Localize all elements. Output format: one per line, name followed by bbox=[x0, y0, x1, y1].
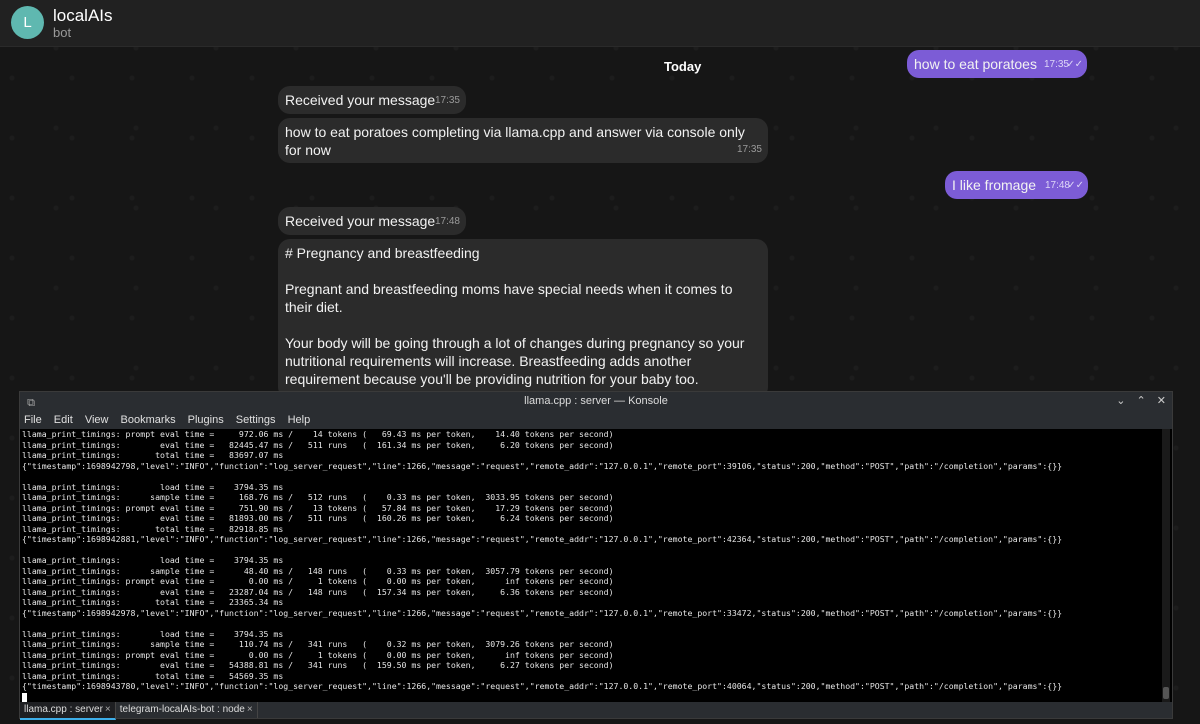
scrollbar-thumb[interactable] bbox=[1163, 687, 1169, 699]
terminal-cursor bbox=[22, 692, 27, 702]
message-outgoing[interactable]: I like fromage 17:48 ✓✓ bbox=[945, 171, 1088, 199]
message-text: I like fromage bbox=[952, 177, 1037, 193]
close-tab-icon[interactable]: × bbox=[247, 704, 253, 715]
konsole-window[interactable]: ⧉ llama.cpp : server — Konsole ⌄ ⌃ ✕ Fil… bbox=[19, 391, 1173, 720]
close-icon[interactable]: ✕ bbox=[1157, 392, 1166, 411]
avatar[interactable]: L bbox=[11, 6, 44, 39]
tab-label: llama.cpp : server bbox=[24, 704, 103, 715]
menu-settings[interactable]: Settings bbox=[236, 414, 276, 426]
konsole-title: llama.cpp : server — Konsole bbox=[524, 395, 668, 407]
message-time: 17:35 bbox=[736, 144, 762, 155]
read-receipt-icon: ✓✓ bbox=[1066, 59, 1083, 70]
message-paragraph: Your body will be going through a lot of… bbox=[285, 335, 745, 387]
menu-plugins[interactable]: Plugins bbox=[188, 414, 224, 426]
maximize-icon[interactable]: ⌃ bbox=[1137, 392, 1146, 411]
menu-bookmarks[interactable]: Bookmarks bbox=[121, 414, 176, 426]
chat-header[interactable]: L localAIs bot bbox=[0, 0, 1200, 47]
close-tab-icon[interactable]: × bbox=[105, 704, 111, 715]
minimize-icon[interactable]: ⌄ bbox=[1116, 392, 1125, 411]
menu-help[interactable]: Help bbox=[288, 414, 311, 426]
date-separator: Today bbox=[664, 59, 702, 74]
message-incoming[interactable]: how to eat poratoes completing via llama… bbox=[278, 118, 768, 163]
terminal-scrollbar[interactable] bbox=[1162, 429, 1170, 703]
menu-edit[interactable]: Edit bbox=[54, 414, 73, 426]
konsole-menubar: File Edit View Bookmarks Plugins Setting… bbox=[20, 411, 1172, 429]
konsole-tabbar: llama.cpp : server × telegram-localAIs-bot… bbox=[20, 702, 1172, 720]
konsole-app-icon: ⧉ bbox=[27, 397, 35, 409]
message-time: 17:35 bbox=[1043, 59, 1069, 70]
message-heading: # Pregnancy and breastfeeding bbox=[285, 245, 480, 261]
chat-title: localAIs bbox=[53, 6, 113, 25]
message-outgoing[interactable]: how to eat poratoes 17:35 ✓✓ bbox=[907, 50, 1087, 78]
message-incoming[interactable]: Received your message 17:48 bbox=[278, 207, 466, 235]
tab-llama-server[interactable]: llama.cpp : server × bbox=[20, 702, 116, 720]
menu-view[interactable]: View bbox=[85, 414, 109, 426]
message-incoming[interactable]: Received your message 17:35 bbox=[278, 86, 466, 114]
read-receipt-icon: ✓✓ bbox=[1067, 180, 1084, 191]
message-paragraph: Pregnant and breastfeeding moms have spe… bbox=[285, 281, 733, 315]
message-time: 17:48 bbox=[434, 216, 460, 227]
message-time: 17:48 bbox=[1044, 180, 1070, 191]
message-incoming[interactable]: # Pregnancy and breastfeeding Pregnant a… bbox=[278, 239, 768, 399]
menu-file[interactable]: File bbox=[24, 414, 42, 426]
chat-subtitle: bot bbox=[53, 25, 72, 40]
message-text: Received your message bbox=[285, 92, 436, 108]
message-text: Received your message bbox=[285, 213, 436, 229]
tab-telegram-bot[interactable]: telegram-localAIs-bot : node × bbox=[116, 702, 258, 718]
message-text: how to eat poratoes bbox=[914, 56, 1037, 72]
tab-label: telegram-localAIs-bot : node bbox=[119, 704, 245, 715]
terminal-output[interactable]: llama_print_timings: prompt eval time = … bbox=[22, 429, 1160, 703]
message-time: 17:35 bbox=[434, 95, 460, 106]
konsole-titlebar[interactable]: ⧉ llama.cpp : server — Konsole ⌄ ⌃ ✕ bbox=[20, 392, 1172, 411]
message-text: how to eat poratoes completing via llama… bbox=[285, 124, 745, 158]
terminal-text: llama_print_timings: prompt eval time = … bbox=[22, 429, 1063, 691]
